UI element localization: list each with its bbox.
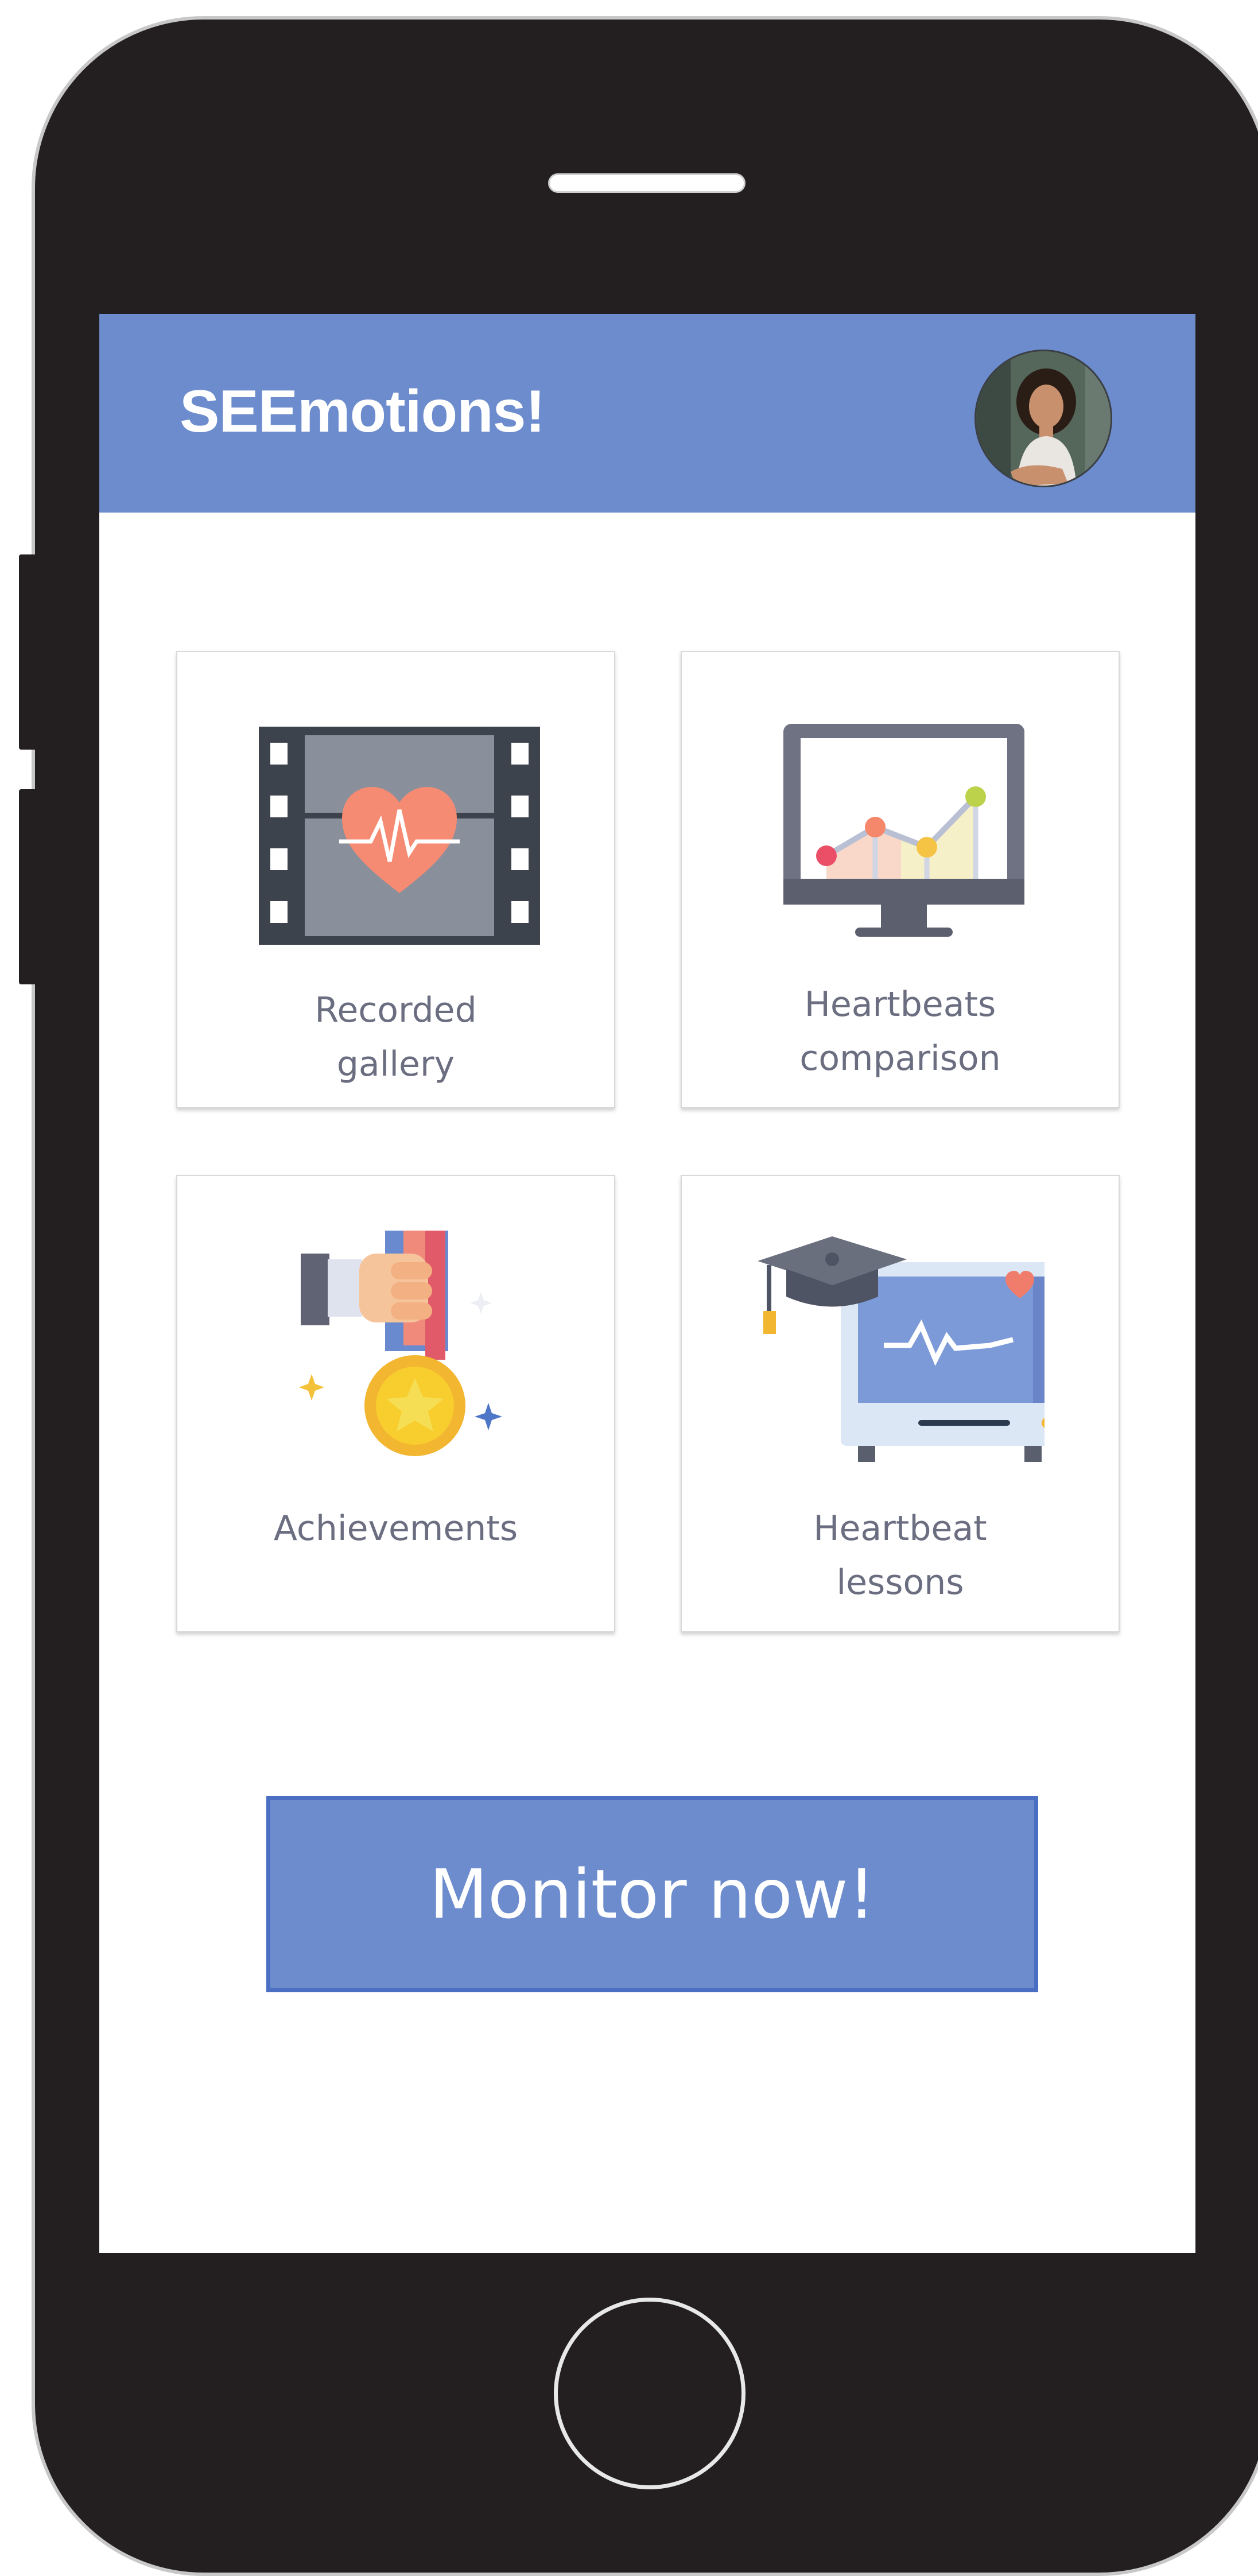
- tile-label: Recorded gallery: [314, 990, 477, 1084]
- tile-label: Achievements: [273, 1508, 518, 1549]
- tile-label: Heartbeats comparison: [799, 984, 1001, 1078]
- monitor-now-button[interactable]: Monitor now!: [266, 1796, 1038, 1992]
- phone-home-button[interactable]: [554, 2298, 746, 2489]
- tile-achievements[interactable]: Achievements: [176, 1175, 615, 1632]
- monitor-line-chart-icon: [783, 724, 1024, 937]
- tile-label: Heartbeat lessons: [813, 1508, 987, 1603]
- tile-recorded-gallery[interactable]: Recorded gallery: [176, 651, 615, 1108]
- tile-heartbeat-lessons[interactable]: Heartbeat lessons: [681, 1175, 1120, 1632]
- phone-side-button-upper: [19, 554, 38, 750]
- app-header: SEEmotions!: [99, 314, 1195, 513]
- film-heartbeat-icon: [259, 727, 540, 945]
- graduation-cap-heart-monitor-icon: [758, 1236, 1045, 1462]
- phone-speaker: [548, 173, 746, 193]
- profile-avatar[interactable]: [974, 350, 1112, 487]
- app-title: SEEmotions!: [180, 378, 545, 445]
- avatar-photo: [976, 351, 1111, 486]
- phone-side-button-lower: [19, 789, 38, 984]
- medal-hand-icon: [299, 1231, 502, 1456]
- tile-heartbeats-comparison[interactable]: Heartbeats comparison: [681, 651, 1120, 1108]
- app-screen: SEEmotions! Recorded gallery Heartbeats …: [99, 314, 1195, 2253]
